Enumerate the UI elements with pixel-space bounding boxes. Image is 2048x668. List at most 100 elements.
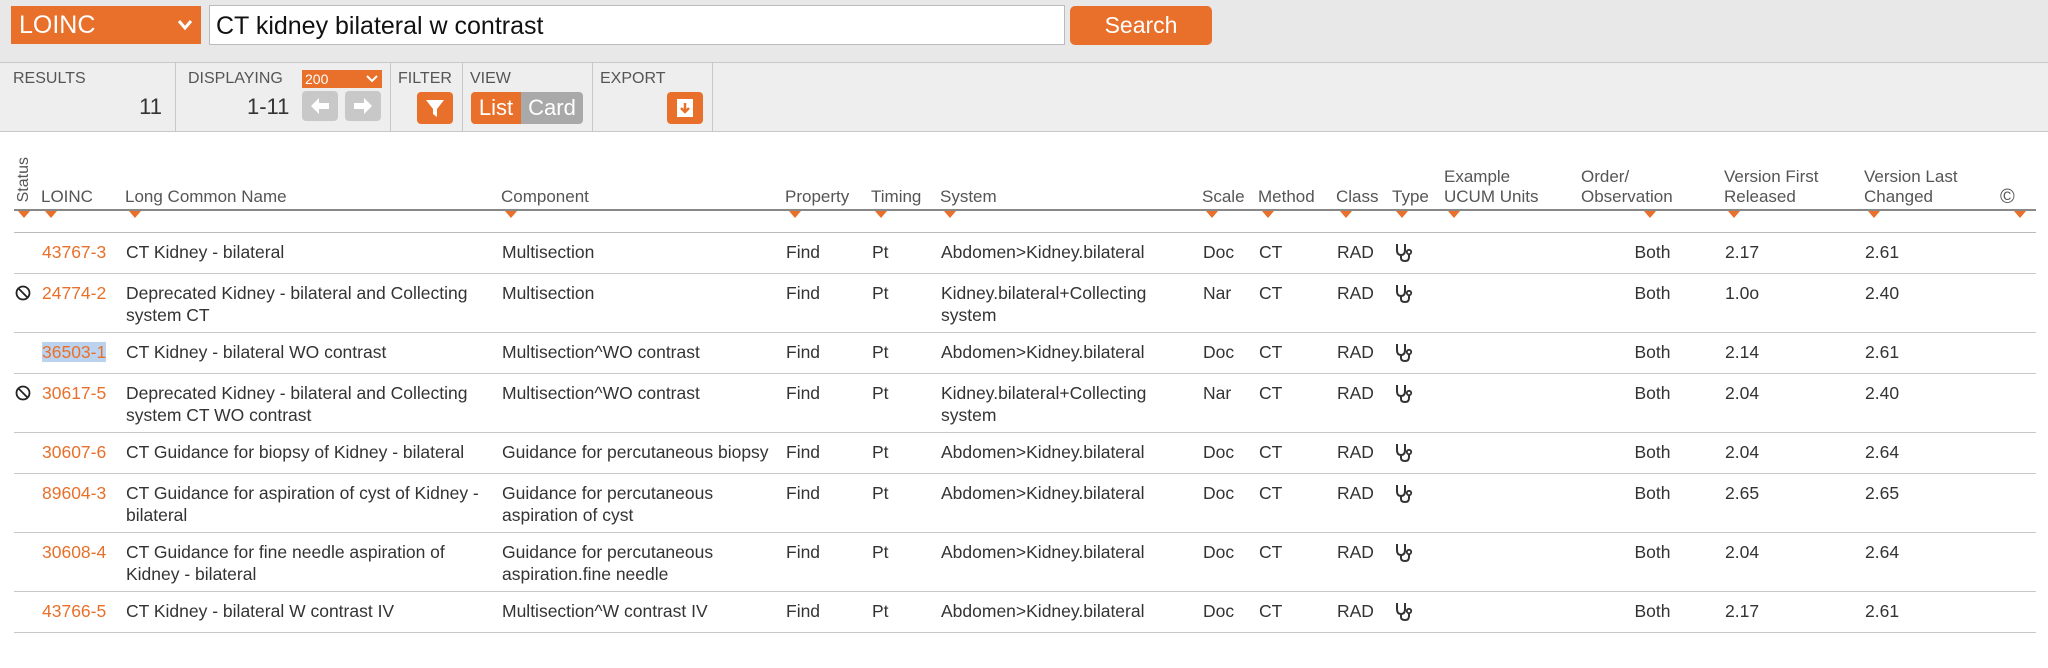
loinc-value[interactable]: 43766-5 <box>42 601 106 621</box>
col-component[interactable]: Component <box>501 132 785 211</box>
cell-loinc[interactable]: 89604-3 <box>41 473 125 533</box>
col-copyright[interactable]: © <box>2000 132 2036 211</box>
col-method[interactable]: Method <box>1258 132 1336 211</box>
previous-page-button[interactable] <box>302 91 338 121</box>
cell-timing: Pt <box>871 273 940 333</box>
cell-copyright <box>2000 591 2036 633</box>
search-input[interactable]: CT kidney bilateral w contrast <box>209 5 1065 45</box>
table-row[interactable]: 43767-3 CT Kidney - bilateral Multisection… <box>14 232 2036 274</box>
sort-caret-icon[interactable] <box>1581 210 1724 233</box>
sort-caret-icon[interactable] <box>1336 210 1392 233</box>
cell-loinc[interactable]: 24774-2 <box>41 273 125 333</box>
method-value: CT <box>1259 283 1283 303</box>
col-order[interactable]: Order/Observation <box>1581 132 1724 211</box>
sort-caret-icon[interactable] <box>871 210 940 233</box>
table-row[interactable]: 43766-5 CT Kidney - bilateral W contrast … <box>14 591 2036 633</box>
cell-property: Find <box>785 473 871 533</box>
cell-copyright <box>2000 332 2036 374</box>
loinc-value[interactable]: 24774-2 <box>42 283 106 303</box>
table-row[interactable]: 30617-5 Deprecated Kidney - bilateral and… <box>14 373 2036 433</box>
cell-loinc[interactable]: 30607-6 <box>41 432 125 474</box>
cell-long-name: CT Kidney - bilateral WO contrast <box>125 332 501 374</box>
loinc-value[interactable]: 43767-3 <box>42 242 106 262</box>
deprecated-icon <box>15 285 31 301</box>
version-first-value: 2.14 <box>1725 342 1760 362</box>
sort-caret-icon[interactable] <box>1864 210 2000 233</box>
table-row[interactable]: 30608-4 CT Guidance for fine needle aspir… <box>14 532 2036 592</box>
export-section: EXPORT <box>592 63 713 131</box>
cell-system: Kidney.bilateral+Collecting system <box>940 373 1202 433</box>
sort-caret-icon[interactable] <box>501 210 785 233</box>
col-long-name[interactable]: Long Common Name <box>125 132 501 211</box>
loinc-value[interactable]: 36503-1 <box>42 342 107 362</box>
col-property[interactable]: Property <box>785 132 871 211</box>
cell-loinc[interactable]: 30608-4 <box>41 532 125 592</box>
sort-caret-icon[interactable] <box>1202 210 1258 233</box>
export-button[interactable] <box>667 92 703 124</box>
cell-timing: Pt <box>871 373 940 433</box>
cell-loinc[interactable]: 43766-5 <box>41 591 125 633</box>
cell-class: RAD <box>1336 373 1392 433</box>
cell-status <box>14 232 41 274</box>
next-page-button[interactable] <box>345 91 381 121</box>
cell-component: Multisection^WO contrast <box>501 373 785 433</box>
table-row[interactable]: 36503-1 CT Kidney - bilateral WO contrast… <box>14 332 2036 374</box>
col-ucum[interactable]: Example UCUM Units <box>1444 132 1581 211</box>
cell-method: CT <box>1258 273 1336 333</box>
cell-loinc[interactable]: 30617-5 <box>41 373 125 433</box>
sort-caret-icon[interactable] <box>1724 210 1864 233</box>
database-select[interactable]: LOINC <box>11 6 201 44</box>
timing-value: Pt <box>872 542 889 562</box>
view-card-button[interactable]: Card <box>521 92 583 124</box>
view-list-button[interactable]: List <box>471 92 521 124</box>
table-row[interactable]: 24774-2 Deprecated Kidney - bilateral and… <box>14 273 2036 333</box>
sort-caret-icon[interactable] <box>41 210 125 233</box>
cell-status <box>14 332 41 374</box>
cell-method: CT <box>1258 432 1336 474</box>
class-value: RAD <box>1337 342 1374 362</box>
cell-copyright <box>2000 373 2036 433</box>
class-value: RAD <box>1337 242 1374 262</box>
col-timing[interactable]: Timing <box>871 132 940 211</box>
system-value: Abdomen>Kidney.bilateral <box>941 542 1145 562</box>
col-scale[interactable]: Scale <box>1202 132 1258 211</box>
component-value: Multisection^W contrast IV <box>502 601 708 621</box>
search-button[interactable]: Search <box>1070 6 1212 45</box>
col-class[interactable]: Class <box>1336 132 1392 211</box>
table-row[interactable]: 89604-3 CT Guidance for aspiration of cys… <box>14 473 2036 533</box>
sort-caret-icon[interactable] <box>940 210 1202 233</box>
col-type[interactable]: Type <box>1392 132 1444 211</box>
cell-loinc[interactable]: 43767-3 <box>41 232 125 274</box>
sort-caret-icon[interactable] <box>1444 210 1581 233</box>
col-version-last[interactable]: Version Last Changed <box>1864 132 2000 211</box>
cell-scale: Doc <box>1202 473 1258 533</box>
col-version-first[interactable]: Version First Released <box>1724 132 1864 211</box>
scale-value: Nar <box>1203 283 1232 303</box>
cell-method: CT <box>1258 373 1336 433</box>
col-loinc[interactable]: LOINC <box>41 132 125 211</box>
sort-caret-icon[interactable] <box>785 210 871 233</box>
version-last-value: 2.64 <box>1865 442 1900 462</box>
table-row[interactable]: 30607-6 CT Guidance for biopsy of Kidney … <box>14 432 2036 474</box>
filter-button[interactable] <box>417 92 453 124</box>
loinc-value[interactable]: 30608-4 <box>42 542 106 562</box>
col-system[interactable]: System <box>940 132 1202 211</box>
loinc-value[interactable]: 89604-3 <box>42 483 106 503</box>
order-value: Both <box>1634 442 1671 462</box>
cell-property: Find <box>785 532 871 592</box>
sort-caret-icon[interactable] <box>1258 210 1336 233</box>
long-name-value: Deprecated Kidney - bilateral and Collec… <box>126 283 468 325</box>
loinc-value[interactable]: 30617-5 <box>42 383 106 403</box>
cell-order: Both <box>1581 373 1724 433</box>
scale-value: Doc <box>1203 542 1235 562</box>
sort-caret-icon[interactable] <box>2000 210 2036 233</box>
per-page-select[interactable]: 200 <box>302 70 382 88</box>
cell-loinc[interactable]: 36503-1 <box>41 332 125 374</box>
order-value: Both <box>1634 383 1671 403</box>
sort-caret-icon[interactable] <box>14 210 41 233</box>
sort-caret-icon[interactable] <box>125 210 501 233</box>
cell-property: Find <box>785 332 871 374</box>
col-status[interactable]: Status <box>14 132 41 211</box>
sort-caret-icon[interactable] <box>1392 210 1444 233</box>
loinc-value[interactable]: 30607-6 <box>42 442 106 462</box>
